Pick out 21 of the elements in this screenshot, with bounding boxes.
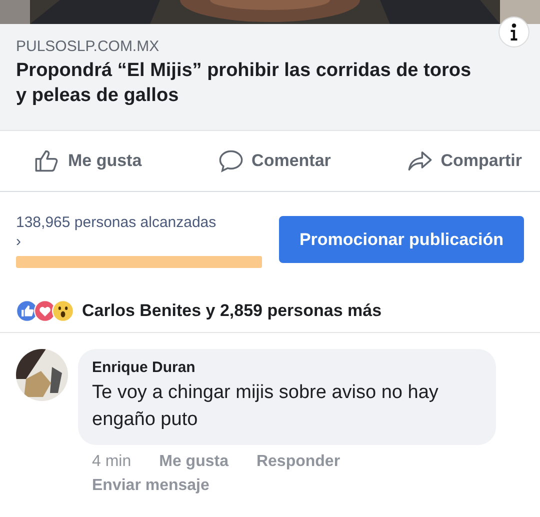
link-domain: PULSOSLP.COM.MX: [16, 38, 160, 55]
reactions-summary[interactable]: Carlos Benites y 2,859 personas más: [82, 301, 382, 321]
share-button[interactable]: Compartir: [402, 144, 526, 178]
link-headline: Propondrá “El Mijis” prohibir las corridas de toros y peleas de gallos: [16, 59, 472, 108]
like-button[interactable]: Me gusta: [30, 144, 146, 178]
comment-author[interactable]: Enrique Duran: [92, 359, 482, 376]
comment-action-link[interactable]: Enviar mensaje: [92, 477, 210, 496]
reach-link[interactable]: 138,965 personas alcanzadas ›: [16, 214, 262, 252]
comment-button[interactable]: Comentar: [214, 144, 335, 178]
comment-text: Te voy a chingar mijis sobre aviso no hay engaño puto: [92, 381, 440, 432]
like-reaction-icon: [16, 300, 38, 322]
info-icon[interactable]: [498, 16, 530, 48]
promote-button[interactable]: Promocionar publicación: [279, 216, 524, 263]
comment-action-link[interactable]: Me gusta: [159, 453, 228, 472]
comment-time: 4 min: [92, 453, 132, 472]
comment-action-link[interactable]: Responder: [256, 453, 340, 472]
surprised-face-icon: [52, 300, 74, 322]
avatar[interactable]: [16, 349, 68, 401]
link-preview[interactable]: PULSOSLP.COM.MX Propondrá “El Mijis” prohibir las corridas de toros y peleas de gallos: [0, 24, 540, 131]
thumbs-up-icon: [34, 148, 60, 174]
speech-bubble-icon: [218, 148, 244, 174]
